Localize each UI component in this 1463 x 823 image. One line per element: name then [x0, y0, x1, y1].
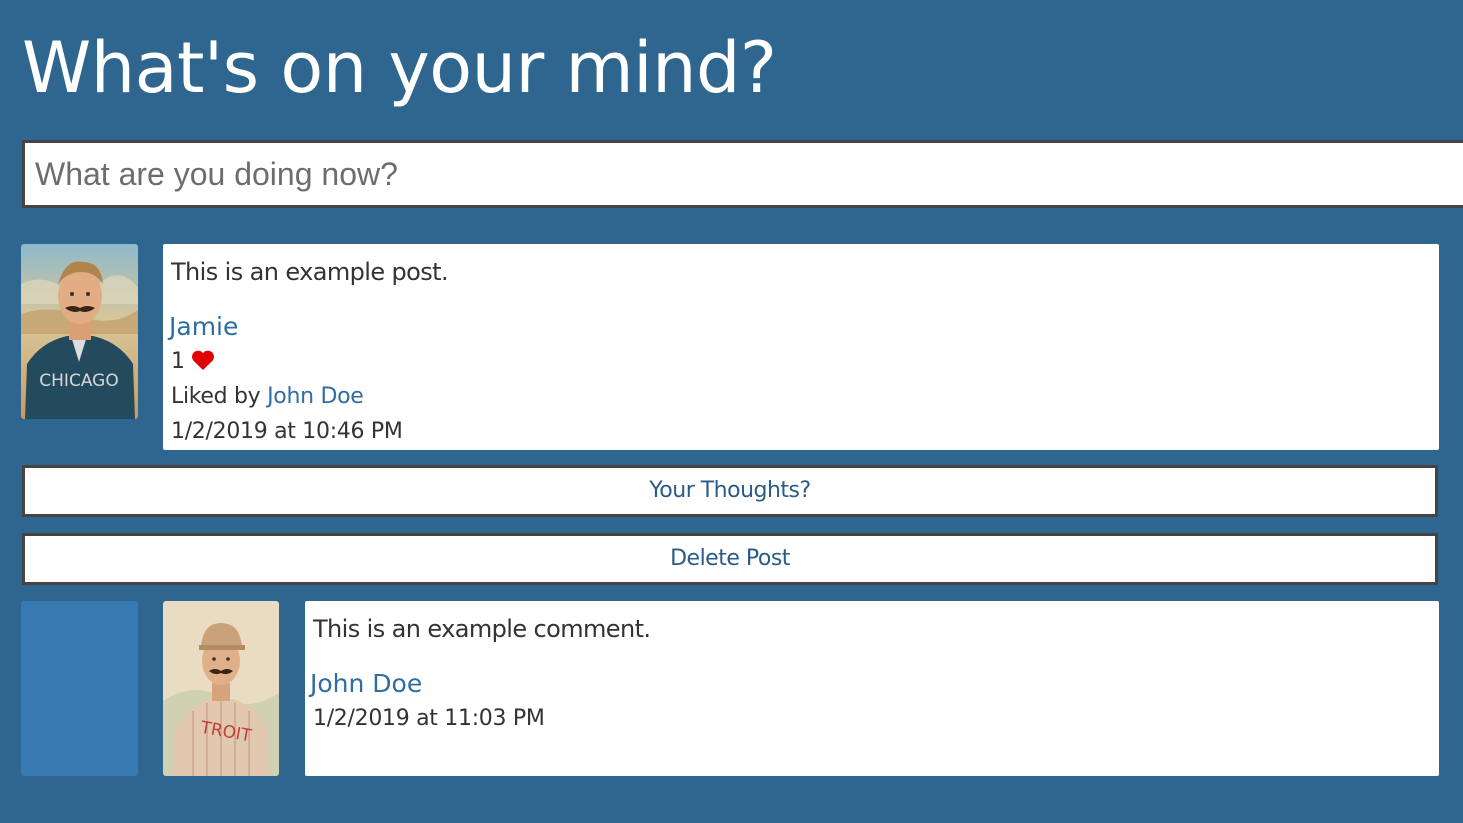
status-input[interactable] — [22, 140, 1463, 208]
avatar-caption: CHICAGO — [39, 371, 118, 391]
comment-indent-spacer — [21, 601, 138, 776]
liked-by: Liked by John Doe — [171, 384, 364, 409]
chicago-player-card-image: CHICAGO — [21, 244, 138, 419]
comment-card: This is an example comment. John Doe 1/2… — [305, 601, 1439, 776]
liked-by-label: Liked by — [171, 384, 261, 409]
likes-count: 1 — [171, 349, 185, 374]
delete-post-button[interactable]: Delete Post — [22, 533, 1438, 585]
page-title: What's on your mind? — [22, 27, 777, 109]
heart-icon[interactable] — [191, 350, 215, 370]
comment-author-link[interactable]: John Doe — [310, 669, 422, 698]
liked-by-user-link[interactable]: John Doe — [267, 384, 364, 409]
post-timestamp: 1/2/2019 at 10:46 PM — [171, 419, 403, 444]
your-thoughts-button[interactable]: Your Thoughts? — [22, 465, 1438, 517]
post-card: This is an example post. Jamie 1 Liked b… — [163, 244, 1439, 450]
comment-author-avatar[interactable]: TROIT — [163, 601, 279, 776]
comment-timestamp: 1/2/2019 at 11:03 PM — [313, 706, 545, 731]
post-author-avatar[interactable]: CHICAGO — [21, 244, 138, 419]
detroit-player-card-image: TROIT — [163, 601, 279, 776]
post-text: This is an example post. — [171, 258, 449, 286]
post-likes[interactable]: 1 — [171, 349, 215, 374]
post-author-link[interactable]: Jamie — [169, 312, 238, 341]
comment-text: This is an example comment. — [313, 615, 651, 643]
